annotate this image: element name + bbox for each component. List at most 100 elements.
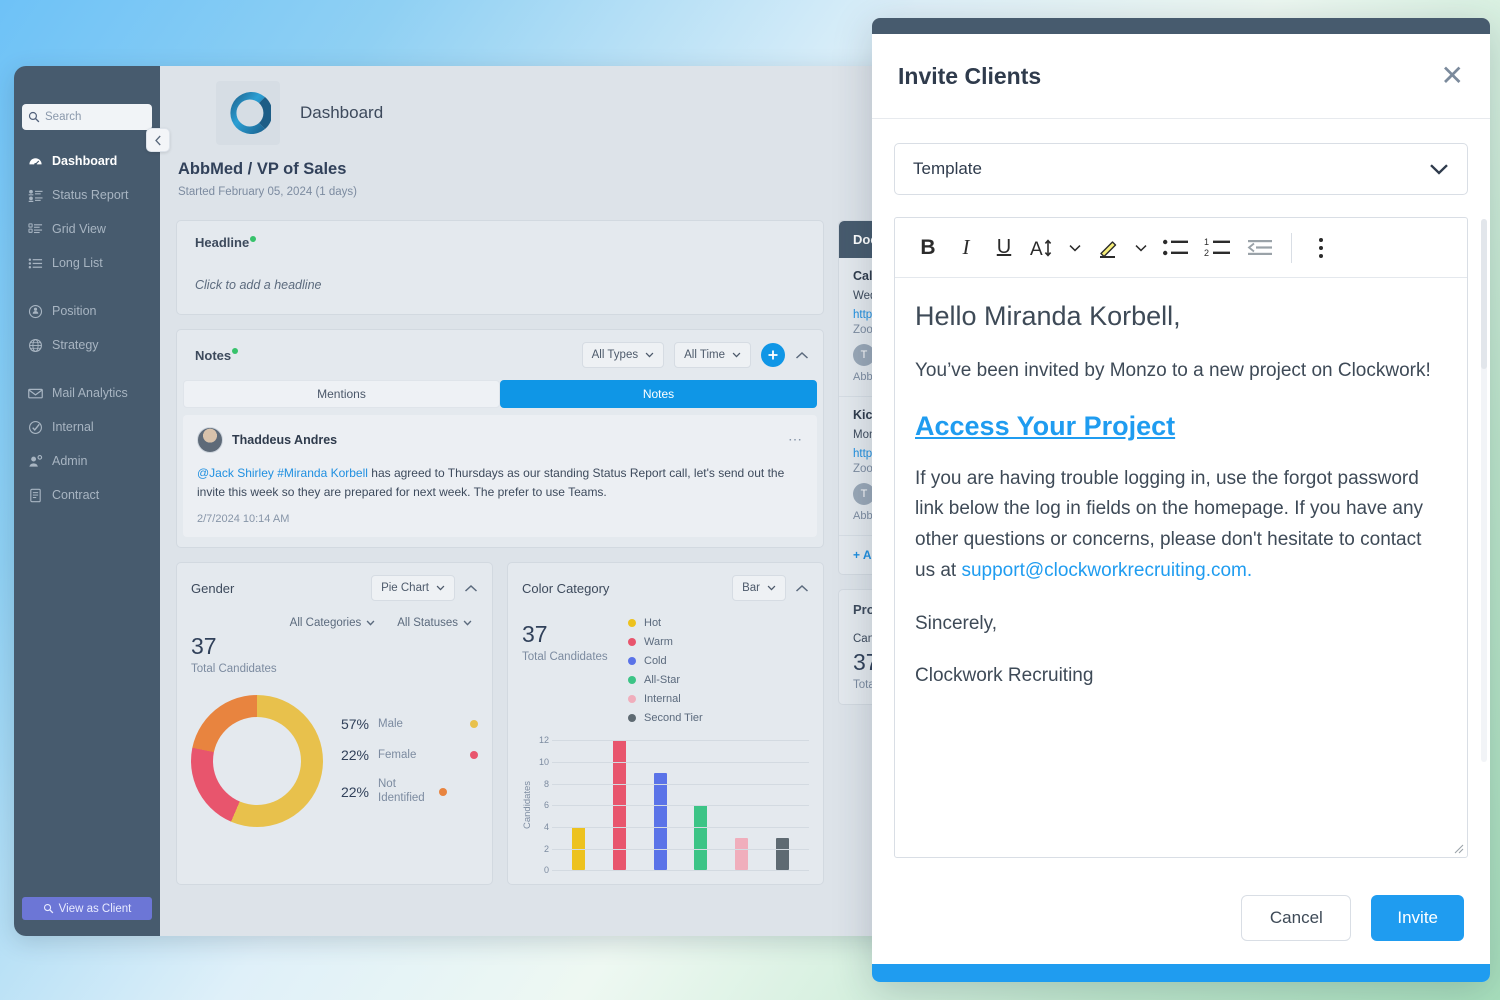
- numbered-list-icon[interactable]: 1 2: [1199, 231, 1237, 265]
- sidebar-item-label: Grid View: [52, 222, 106, 236]
- gender-chart-card: Gender Pie Chart All Categories All Stat…: [176, 562, 493, 886]
- highlight-icon[interactable]: [1091, 231, 1125, 265]
- sidebar-item-position[interactable]: Position: [14, 294, 160, 328]
- tab-notes[interactable]: Notes: [500, 380, 817, 408]
- support-email-link[interactable]: support@clockworkrecruiting.com: [961, 560, 1246, 581]
- sidebar-item-grid-view[interactable]: Grid View: [14, 212, 160, 246]
- legend-swatch-icon: [439, 787, 447, 796]
- sidebar-item-label: Dashboard: [52, 154, 118, 168]
- collapse-gender-chevron-up-icon[interactable]: [464, 584, 478, 593]
- chevron-down-icon: [463, 620, 472, 626]
- email-body-editor[interactable]: Hello Miranda Korbell, You’ve been invit…: [895, 278, 1467, 857]
- modal-header: Invite Clients ✕: [872, 34, 1490, 119]
- close-icon[interactable]: ✕: [1441, 62, 1464, 90]
- italic-icon[interactable]: I: [949, 231, 983, 265]
- underline-icon[interactable]: U: [987, 231, 1021, 265]
- sidebar-item-mail-analytics[interactable]: Mail Analytics: [14, 376, 160, 410]
- notes-filter-time[interactable]: All Time: [674, 342, 751, 368]
- color-category-chart-type-label: Bar: [742, 582, 760, 595]
- tab-mentions[interactable]: Mentions: [183, 380, 500, 408]
- access-your-project-link[interactable]: Access Your Project: [915, 411, 1175, 442]
- collapse-notes-chevron-up-icon[interactable]: [795, 351, 809, 360]
- note-mention-candidate[interactable]: #Miranda Korbell: [277, 466, 368, 480]
- email-greeting: Hello Miranda Korbell,: [915, 301, 1181, 331]
- bar: [694, 805, 708, 871]
- headline-card[interactable]: Headline Click to add a headline: [176, 220, 824, 315]
- headline-label-text: Headline: [195, 235, 250, 250]
- legend-swatch-icon: [628, 695, 636, 704]
- y-tick-label: 2: [543, 843, 549, 854]
- gender-total-label: Total Candidates: [191, 663, 277, 676]
- email-signature: Clockwork Recruiting: [915, 665, 1094, 687]
- tab-mentions-label: Mentions: [317, 387, 366, 401]
- note-text: @Jack Shirley #Miranda Korbell has agree…: [197, 464, 803, 501]
- sidebar-item-dashboard[interactable]: Dashboard: [14, 144, 160, 178]
- notes-filter-types[interactable]: All Types: [581, 342, 665, 368]
- legend-swatch-icon: [470, 720, 478, 729]
- legend-swatch-icon: [628, 714, 636, 723]
- notes-card: Notes All Types All Time Mentions Notes …: [176, 329, 824, 549]
- invite-button[interactable]: Invite: [1371, 895, 1464, 941]
- notes-label: Notes: [195, 348, 239, 363]
- search-icon: [28, 111, 40, 123]
- modal-scrollbar-thumb[interactable]: [1481, 219, 1487, 369]
- sidebar-item-internal[interactable]: Internal: [14, 410, 160, 444]
- bar-chart-plot-area: [552, 740, 809, 872]
- y-tick-label: 0: [543, 865, 549, 876]
- sidebar-item-label: Internal: [52, 420, 94, 434]
- gender-chart-type-select[interactable]: Pie Chart: [371, 575, 455, 602]
- font-size-icon[interactable]: A: [1025, 231, 1059, 265]
- speedometer-icon: [29, 157, 42, 166]
- legend-swatch-icon: [628, 638, 636, 647]
- legend-label: Internal: [644, 693, 681, 706]
- envelope-icon: [28, 388, 43, 398]
- sidebar-item-status-report[interactable]: Status Report: [14, 178, 160, 212]
- notes-card-bottom-pad: [177, 537, 823, 547]
- bullet-list-icon[interactable]: [1157, 231, 1195, 265]
- legend-item: 22% Not Identified: [335, 778, 478, 804]
- gridline: [552, 783, 809, 785]
- notes-filter-time-label: All Time: [684, 349, 725, 361]
- y-tick-label: 4: [543, 821, 549, 832]
- gender-chart-title: Gender: [191, 580, 235, 596]
- legend-percent: 57%: [340, 716, 369, 733]
- sidebar-item-admin[interactable]: Admin: [14, 444, 160, 478]
- note-options-ellipsis-icon[interactable]: ⋯: [788, 431, 803, 448]
- filter-all-statuses[interactable]: All Statuses: [397, 617, 472, 629]
- font-size-chevron-down-icon[interactable]: [1063, 231, 1087, 265]
- gender-legend: 57% Male 22% Female 22% Not Identified: [329, 716, 478, 804]
- search-input-wrapper[interactable]: [22, 104, 152, 130]
- legend-swatch-icon: [470, 751, 478, 760]
- charts-row: Gender Pie Chart All Categories All Stat…: [176, 562, 824, 886]
- search-input[interactable]: [45, 111, 146, 123]
- color-category-bar-chart: Candidates 0 2 4 6 8 10 12: [522, 735, 809, 875]
- sidebar-item-strategy[interactable]: Strategy: [14, 328, 160, 362]
- cancel-button[interactable]: Cancel: [1241, 895, 1352, 941]
- view-as-client-button[interactable]: View as Client: [22, 897, 152, 920]
- sidebar-collapse-button[interactable]: [146, 128, 170, 152]
- bold-icon[interactable]: B: [911, 231, 945, 265]
- outdent-icon[interactable]: [1241, 231, 1279, 265]
- resize-grip-icon[interactable]: [1452, 842, 1464, 854]
- template-select[interactable]: Template: [894, 143, 1468, 195]
- gridline: [552, 848, 809, 850]
- modal-scrollbar[interactable]: [1481, 219, 1487, 762]
- add-note-button[interactable]: [761, 343, 785, 367]
- bar: [653, 772, 667, 871]
- y-tick-label: 10: [538, 756, 549, 767]
- color-category-chart-type-select[interactable]: Bar: [732, 575, 786, 602]
- filter-all-categories[interactable]: All Categories: [290, 617, 376, 629]
- more-options-icon[interactable]: [1304, 231, 1338, 265]
- legend-percent: 22%: [340, 783, 369, 800]
- gender-chart-filters: All Categories All Statuses: [191, 617, 478, 629]
- modal-footer: Cancel Invite: [872, 872, 1490, 964]
- highlight-chevron-down-icon[interactable]: [1129, 231, 1153, 265]
- sidebar-item-contract[interactable]: Contract: [14, 478, 160, 512]
- legend-label: Hot: [644, 617, 662, 630]
- note-mention-user[interactable]: @Jack Shirley: [197, 466, 274, 480]
- plus-icon: [768, 350, 778, 360]
- sidebar-item-long-list[interactable]: Long List: [14, 246, 160, 280]
- headline-placeholder[interactable]: Click to add a headline: [195, 278, 805, 292]
- collapse-color-category-chevron-up-icon[interactable]: [795, 584, 809, 593]
- tab-notes-label: Notes: [642, 387, 675, 401]
